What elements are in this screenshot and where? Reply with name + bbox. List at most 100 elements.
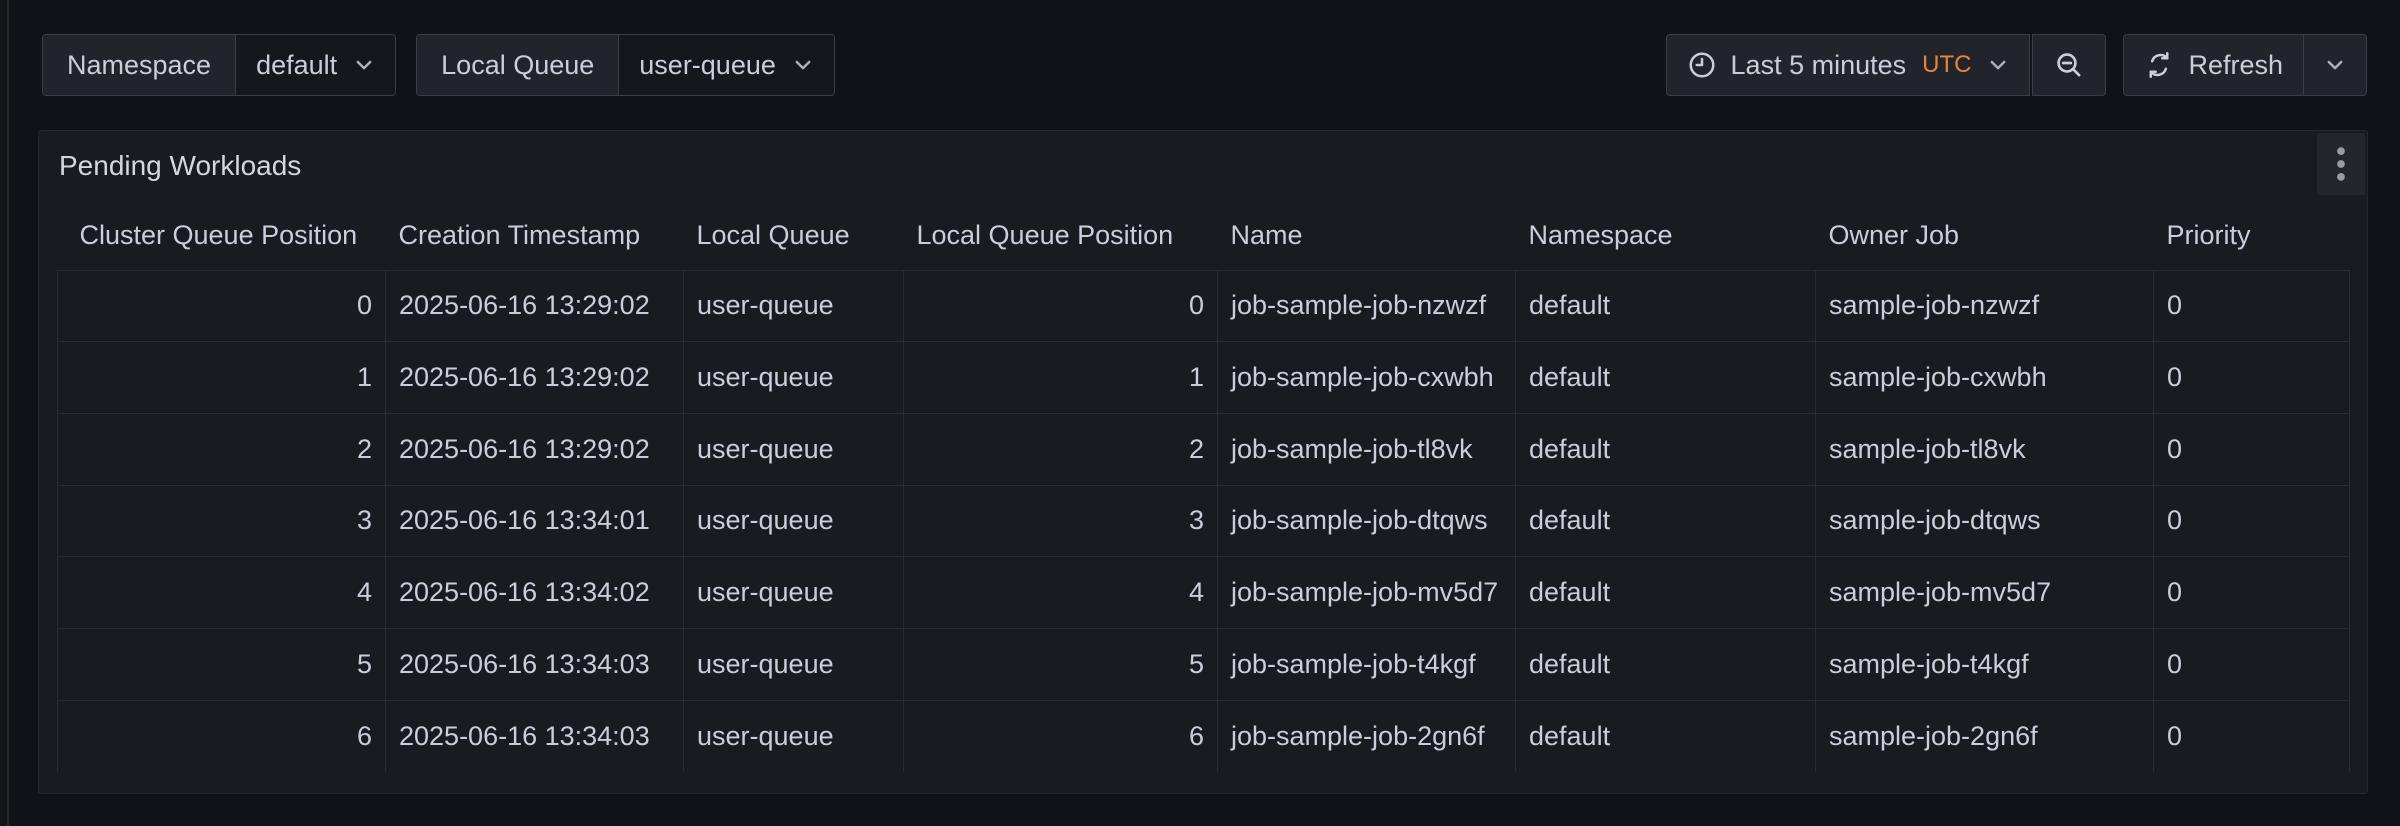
- cell-local-queue-position: 5: [904, 628, 1218, 700]
- pending-workloads-panel: Pending Workloads Cluster Queue Position…: [38, 130, 2368, 794]
- column-header-priority[interactable]: Priority: [2154, 201, 2350, 270]
- variable-controls: Namespace default Local Queue user-queue: [42, 34, 835, 96]
- cell-namespace: default: [1516, 342, 1816, 414]
- cell-cluster-queue-position: 6: [58, 700, 386, 772]
- cell-cluster-queue-position: 1: [58, 342, 386, 414]
- refresh-icon: [2144, 50, 2174, 80]
- cell-priority: 0: [2154, 413, 2350, 485]
- variable-local-queue-value: user-queue: [639, 50, 776, 81]
- page-left-edge-divider: [7, 0, 9, 826]
- column-header-cluster-queue-position[interactable]: Cluster Queue Position: [58, 201, 386, 270]
- cell-local-queue: user-queue: [684, 557, 904, 629]
- variable-namespace-value: default: [256, 50, 337, 81]
- timezone-label: UTC: [1922, 51, 1971, 79]
- panel-menu-button[interactable]: [2317, 133, 2365, 195]
- cell-local-queue: user-queue: [684, 413, 904, 485]
- cell-owner-job: sample-job-dtqws: [1816, 485, 2154, 557]
- table-row: 6 2025-06-16 13:34:03 user-queue 6 job-s…: [58, 700, 2350, 772]
- page-left-strip: [0, 0, 7, 826]
- table-header-row: Cluster Queue Position Creation Timestam…: [58, 201, 2350, 270]
- cell-local-queue: user-queue: [684, 628, 904, 700]
- dashboard-submenu: Namespace default Local Queue user-queue…: [42, 34, 2367, 96]
- refresh-interval-dropdown[interactable]: [2304, 34, 2367, 96]
- cell-cluster-queue-position: 5: [58, 628, 386, 700]
- panel-title[interactable]: Pending Workloads: [59, 150, 301, 182]
- cell-name: job-sample-job-t4kgf: [1218, 628, 1516, 700]
- cell-priority: 0: [2154, 270, 2350, 342]
- cell-name: job-sample-job-nzwzf: [1218, 270, 1516, 342]
- time-zoom-out-button[interactable]: [2032, 34, 2106, 96]
- column-header-namespace[interactable]: Namespace: [1516, 201, 1816, 270]
- cell-priority: 0: [2154, 700, 2350, 772]
- time-picker-button[interactable]: Last 5 minutes UTC: [1666, 34, 2031, 96]
- cell-local-queue-position: 0: [904, 270, 1218, 342]
- column-header-name[interactable]: Name: [1218, 201, 1516, 270]
- cell-cluster-queue-position: 2: [58, 413, 386, 485]
- cell-creation-timestamp: 2025-06-16 13:29:02: [386, 270, 684, 342]
- cell-creation-timestamp: 2025-06-16 13:29:02: [386, 342, 684, 414]
- cell-local-queue-position: 1: [904, 342, 1218, 414]
- cell-namespace: default: [1516, 485, 1816, 557]
- table-row: 3 2025-06-16 13:34:01 user-queue 3 job-s…: [58, 485, 2350, 557]
- table-row: 1 2025-06-16 13:29:02 user-queue 1 job-s…: [58, 342, 2350, 414]
- cell-namespace: default: [1516, 413, 1816, 485]
- variable-namespace-value-dropdown[interactable]: default: [235, 35, 395, 95]
- column-header-creation-timestamp[interactable]: Creation Timestamp: [386, 201, 684, 270]
- chevron-down-icon: [1987, 54, 2009, 76]
- cell-local-queue: user-queue: [684, 700, 904, 772]
- cell-owner-job: sample-job-t4kgf: [1816, 628, 2154, 700]
- cell-priority: 0: [2154, 485, 2350, 557]
- cell-namespace: default: [1516, 557, 1816, 629]
- cell-cluster-queue-position: 3: [58, 485, 386, 557]
- cell-creation-timestamp: 2025-06-16 13:34:03: [386, 700, 684, 772]
- cell-creation-timestamp: 2025-06-16 13:34:01: [386, 485, 684, 557]
- cell-name: job-sample-job-mv5d7: [1218, 557, 1516, 629]
- panel-header: Pending Workloads: [39, 131, 2367, 201]
- cell-namespace: default: [1516, 270, 1816, 342]
- refresh-button[interactable]: Refresh: [2123, 34, 2304, 96]
- workloads-table: Cluster Queue Position Creation Timestam…: [39, 201, 2367, 772]
- cell-priority: 0: [2154, 557, 2350, 629]
- cell-creation-timestamp: 2025-06-16 13:34:02: [386, 557, 684, 629]
- cell-name: job-sample-job-2gn6f: [1218, 700, 1516, 772]
- cell-namespace: default: [1516, 700, 1816, 772]
- cell-owner-job: sample-job-mv5d7: [1816, 557, 2154, 629]
- variable-namespace-label: Namespace: [43, 35, 235, 95]
- table-row: 2 2025-06-16 13:29:02 user-queue 2 job-s…: [58, 413, 2350, 485]
- variable-namespace: Namespace default: [42, 34, 396, 96]
- variable-local-queue-value-dropdown[interactable]: user-queue: [618, 35, 834, 95]
- table-row: 4 2025-06-16 13:34:02 user-queue 4 job-s…: [58, 557, 2350, 629]
- variable-local-queue: Local Queue user-queue: [416, 34, 835, 96]
- cell-owner-job: sample-job-nzwzf: [1816, 270, 2154, 342]
- chevron-down-icon: [353, 54, 375, 76]
- cell-priority: 0: [2154, 342, 2350, 414]
- cell-name: job-sample-job-cxwbh: [1218, 342, 1516, 414]
- chevron-down-icon: [792, 54, 814, 76]
- column-header-local-queue-position[interactable]: Local Queue Position: [904, 201, 1218, 270]
- cell-local-queue-position: 4: [904, 557, 1218, 629]
- time-and-refresh-controls: Last 5 minutes UTC Refresh: [1666, 34, 2367, 96]
- cell-creation-timestamp: 2025-06-16 13:29:02: [386, 413, 684, 485]
- cell-local-queue-position: 3: [904, 485, 1218, 557]
- cell-local-queue: user-queue: [684, 485, 904, 557]
- column-header-owner-job[interactable]: Owner Job: [1816, 201, 2154, 270]
- cell-priority: 0: [2154, 628, 2350, 700]
- cell-owner-job: sample-job-2gn6f: [1816, 700, 2154, 772]
- magnifier-minus-icon: [2053, 49, 2085, 81]
- cell-cluster-queue-position: 4: [58, 557, 386, 629]
- cell-name: job-sample-job-dtqws: [1218, 485, 1516, 557]
- time-picker-group: Last 5 minutes UTC: [1666, 34, 2107, 96]
- cell-local-queue: user-queue: [684, 270, 904, 342]
- column-header-local-queue[interactable]: Local Queue: [684, 201, 904, 270]
- cell-local-queue-position: 2: [904, 413, 1218, 485]
- table-row: 0 2025-06-16 13:29:02 user-queue 0 job-s…: [58, 270, 2350, 342]
- refresh-group: Refresh: [2123, 34, 2367, 96]
- table-row: 5 2025-06-16 13:34:03 user-queue 5 job-s…: [58, 628, 2350, 700]
- cell-local-queue: user-queue: [684, 342, 904, 414]
- kebab-menu-icon: [2335, 146, 2347, 182]
- time-range-label: Last 5 minutes: [1731, 50, 1907, 81]
- cell-creation-timestamp: 2025-06-16 13:34:03: [386, 628, 684, 700]
- cell-namespace: default: [1516, 628, 1816, 700]
- cell-cluster-queue-position: 0: [58, 270, 386, 342]
- cell-owner-job: sample-job-tl8vk: [1816, 413, 2154, 485]
